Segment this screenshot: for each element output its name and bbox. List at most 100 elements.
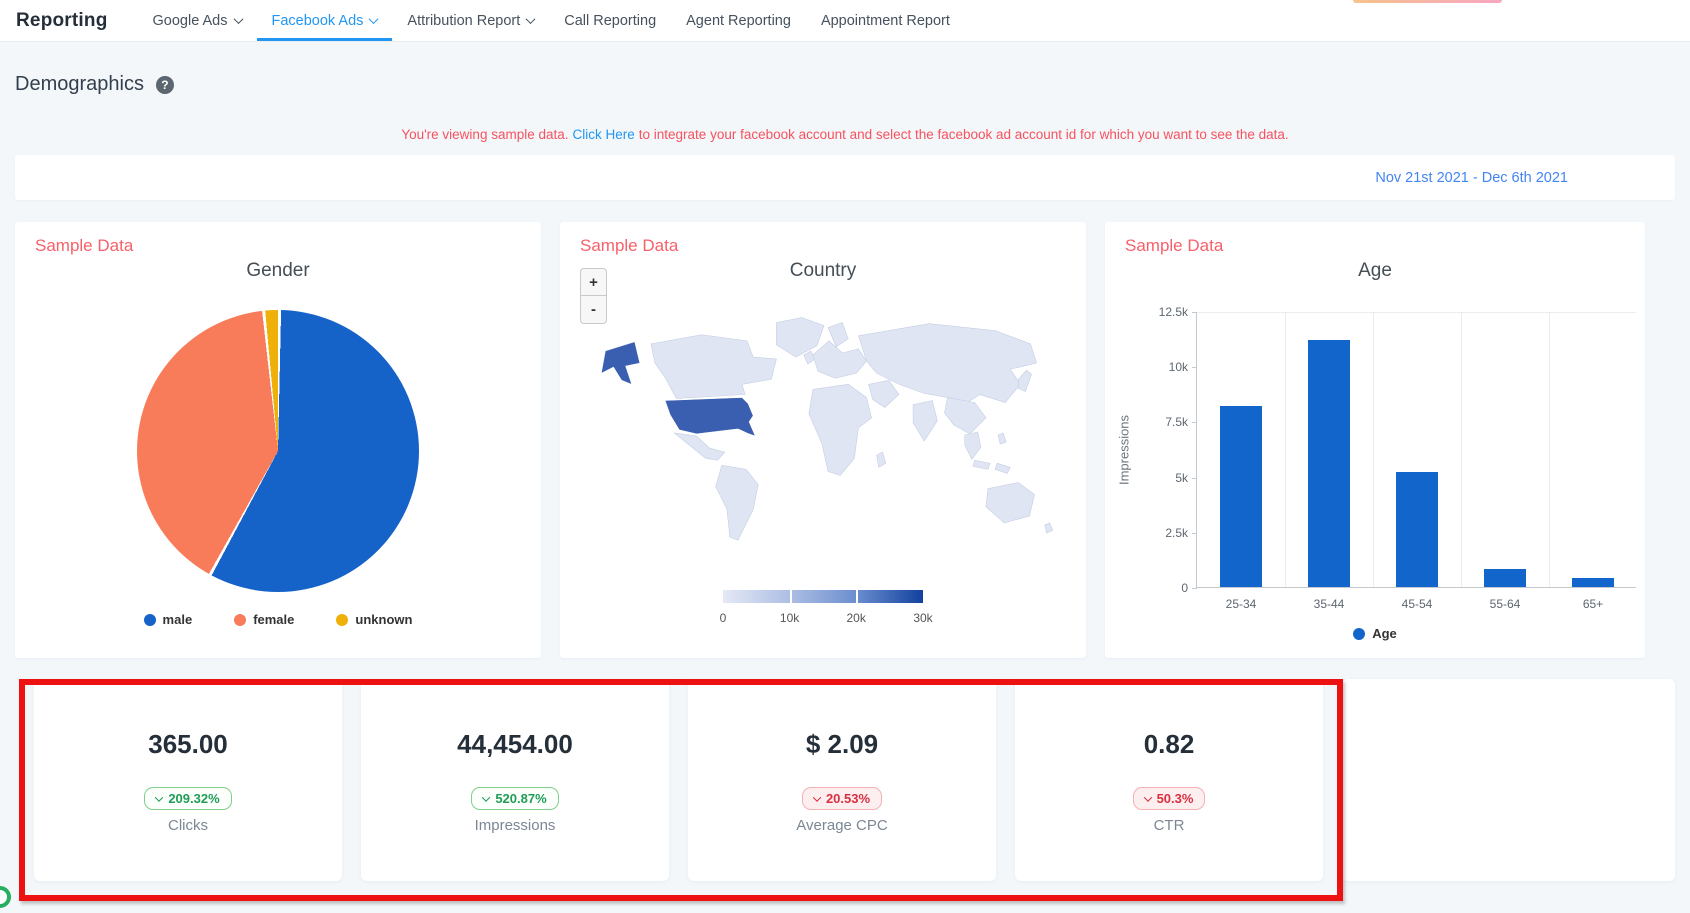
bar-45-54[interactable] bbox=[1396, 472, 1438, 587]
chevron-down-icon bbox=[233, 14, 243, 25]
age-chart-title: Age bbox=[1358, 260, 1392, 281]
map-australia bbox=[985, 482, 1035, 524]
map-zoom-in-button[interactable]: + bbox=[580, 268, 607, 296]
map-europe bbox=[812, 340, 867, 379]
world-map[interactable] bbox=[575, 304, 1071, 576]
map-scale-labels: 0 10k 20k 30k bbox=[719, 611, 933, 627]
y-tick-label: 2.5k bbox=[1165, 525, 1188, 540]
map-south-america bbox=[715, 465, 759, 541]
click-here-link[interactable]: Click Here bbox=[573, 127, 635, 142]
metric-card-average-cpc: $ 2.09 20.53% Average CPC bbox=[688, 679, 996, 881]
map-zoom-controls: + - bbox=[580, 268, 607, 324]
map-china-sea bbox=[944, 397, 987, 435]
page-title: Demographics bbox=[15, 73, 144, 95]
y-tick-mark bbox=[1192, 367, 1197, 369]
map-uk bbox=[803, 350, 816, 365]
map-zoom-out-button[interactable]: - bbox=[580, 296, 607, 324]
metric-label: Average CPC bbox=[796, 817, 888, 834]
metric-card-partial bbox=[1342, 679, 1675, 881]
metric-card-impressions: 44,454.00 520.87% Impressions bbox=[361, 679, 669, 881]
chat-widget-icon[interactable] bbox=[0, 886, 11, 908]
top-navigation: Reporting Google Ads Facebook Ads Attrib… bbox=[0, 0, 1690, 42]
x-tick-label: 55-64 bbox=[1489, 597, 1521, 611]
x-tick-label: 35-44 bbox=[1313, 597, 1345, 611]
map-canada bbox=[650, 334, 777, 399]
tab-appointment-report[interactable]: Appointment Report bbox=[806, 0, 965, 41]
chevron-down-icon bbox=[525, 14, 536, 25]
metric-value: 0.82 bbox=[1143, 729, 1195, 759]
y-tick-label: 0 bbox=[1181, 581, 1188, 595]
age-legend: Age bbox=[1105, 626, 1645, 641]
y-tick-label: 5k bbox=[1175, 470, 1188, 485]
scale-tick-label: 20k bbox=[846, 611, 866, 625]
scale-tick-label: 30k bbox=[913, 611, 933, 625]
chevron-down-icon bbox=[812, 792, 822, 802]
chevron-down-icon bbox=[482, 792, 491, 802]
legend-item-unknown[interactable]: unknown bbox=[336, 612, 412, 627]
chevron-down-icon bbox=[155, 792, 164, 802]
scale-tick-label: 0 bbox=[719, 611, 727, 625]
trend-badge: 50.3% bbox=[1132, 787, 1206, 810]
metric-value: 44,454.00 bbox=[457, 729, 573, 759]
sample-data-tag: Sample Data bbox=[1125, 236, 1224, 255]
map-japan bbox=[1018, 369, 1032, 392]
sample-data-tag: Sample Data bbox=[35, 236, 134, 255]
legend-dot bbox=[234, 613, 247, 626]
y-tick-mark bbox=[1192, 312, 1197, 313]
bar-65+[interactable] bbox=[1572, 578, 1614, 587]
tab-facebook-ads[interactable]: Facebook Ads bbox=[256, 0, 393, 41]
scale-tick-label: 10k bbox=[779, 611, 800, 625]
gridline bbox=[1549, 312, 1550, 587]
bar-column bbox=[1197, 405, 1285, 587]
map-middle-east bbox=[868, 379, 900, 408]
date-range-bar: Nov 21st 2021 - Dec 6th 2021 bbox=[15, 155, 1675, 200]
country-chart-title: Country bbox=[789, 260, 857, 281]
tab-agent-reporting[interactable]: Agent Reporting bbox=[671, 0, 806, 41]
cutoff-button-edge bbox=[1353, 0, 1502, 3]
gridline bbox=[1461, 312, 1462, 587]
gender-chart-card: Sample Data Gender male female unknown bbox=[15, 222, 541, 658]
metric-value: 365.00 bbox=[148, 729, 228, 759]
legend-item-female[interactable]: female bbox=[234, 612, 294, 627]
bar-35-44[interactable] bbox=[1308, 339, 1350, 587]
y-axis-label: Impressions bbox=[1116, 414, 1132, 485]
sample-data-notice: You're viewing sample data. Click Here to … bbox=[401, 127, 1289, 142]
map-greenland bbox=[776, 317, 825, 358]
y-tick-mark bbox=[1192, 588, 1197, 589]
bar-55-64[interactable] bbox=[1484, 569, 1526, 587]
map-india bbox=[912, 400, 938, 442]
tab-attribution-report[interactable]: Attribution Report bbox=[392, 0, 549, 41]
map-color-scale bbox=[723, 590, 923, 603]
chevron-down-icon bbox=[368, 14, 379, 25]
legend-dot bbox=[336, 613, 349, 626]
map-mexico bbox=[673, 432, 726, 461]
tab-google-ads[interactable]: Google Ads bbox=[138, 0, 257, 41]
metric-label: Impressions bbox=[474, 817, 556, 834]
metric-card-ctr: 0.82 50.3% CTR bbox=[1015, 679, 1323, 881]
map-philippines bbox=[997, 432, 1007, 445]
help-icon[interactable]: ? bbox=[155, 75, 174, 94]
legend-item-age[interactable]: Age bbox=[1353, 626, 1397, 641]
trend-badge: 20.53% bbox=[801, 787, 883, 810]
bar-25-34[interactable] bbox=[1220, 405, 1262, 587]
legend-item-male[interactable]: male bbox=[143, 612, 192, 627]
trend-badge: 520.87% bbox=[471, 787, 559, 810]
map-madagascar bbox=[876, 451, 887, 468]
date-range-picker[interactable]: Nov 21st 2021 - Dec 6th 2021 bbox=[1375, 170, 1568, 186]
bar-column bbox=[1373, 472, 1461, 587]
legend-dot bbox=[1353, 627, 1366, 640]
gender-pie[interactable] bbox=[137, 310, 419, 592]
map-usa-alaska-highlight bbox=[600, 341, 641, 385]
app-title: Reporting bbox=[16, 9, 108, 31]
map-usa-highlight bbox=[664, 397, 756, 437]
gender-legend: male female unknown bbox=[15, 612, 541, 627]
map-africa bbox=[808, 384, 872, 476]
age-chart-card: Sample Data Age Impressions 0 2.5k 5k 7.5k 1… bbox=[1105, 222, 1645, 658]
sample-data-tag: Sample Data bbox=[580, 236, 679, 255]
metric-label: Clicks bbox=[168, 817, 208, 834]
tab-call-reporting[interactable]: Call Reporting bbox=[549, 0, 671, 41]
metric-value: $ 2.09 bbox=[805, 729, 879, 759]
x-tick-label: 25-34 bbox=[1225, 597, 1257, 611]
y-tick-label: 12.5k bbox=[1158, 305, 1188, 319]
country-chart-card: Sample Data + - Country 0 10k 20k 30k bbox=[560, 222, 1086, 658]
